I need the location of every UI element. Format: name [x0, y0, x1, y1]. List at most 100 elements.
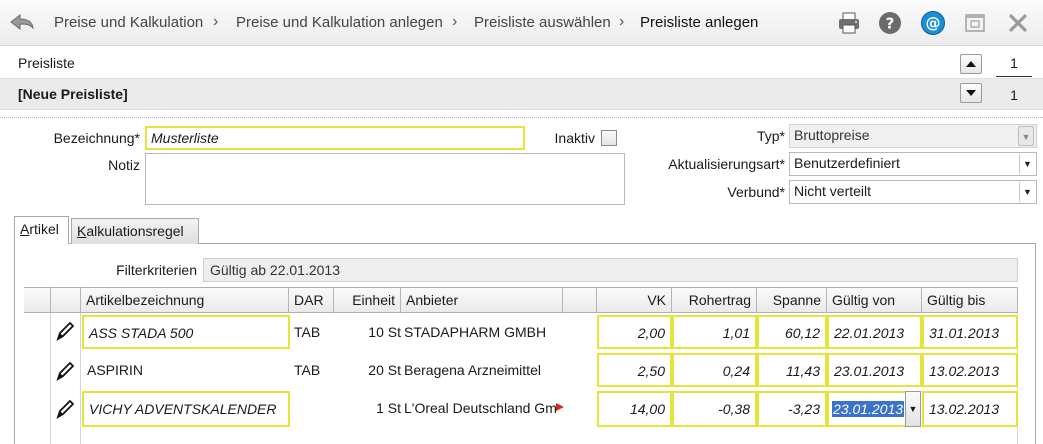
breadcrumb-item-preise-und-kalkulation-anlegen[interactable]: Preise und Kalkulation anlegen — [236, 14, 443, 31]
tab-artikel-mnemonic: A — [20, 221, 30, 237]
close-icon[interactable] — [1005, 10, 1031, 36]
triangle-up-icon — [966, 61, 976, 67]
cell-rohertrag[interactable]: 1,01 — [672, 315, 757, 349]
cell-artikelbezeichnung[interactable]: ASS STADA 500 — [82, 315, 290, 349]
notiz-textarea[interactable] — [145, 153, 625, 205]
cell-dar — [289, 392, 334, 426]
cell-dar: TAB — [294, 362, 321, 378]
column-header-gueltig-von[interactable]: Gültig von — [827, 287, 922, 313]
cell-spanne[interactable]: 11,43 — [757, 353, 827, 387]
cell-spanne[interactable]: 60,12 — [757, 315, 827, 349]
preisliste-title-band — [0, 78, 1043, 110]
cell-vk[interactable]: 14,00 — [597, 391, 672, 427]
breadcrumb-separator: › — [619, 13, 625, 30]
aktualisierungsart-select[interactable]: Benutzerdefiniert — [789, 152, 1037, 176]
help-icon[interactable]: ? — [877, 10, 903, 36]
cell-anbieter: STADAPHARM GMBH — [404, 324, 547, 340]
page-counter-top: 1 — [1010, 55, 1018, 71]
chevron-down-icon[interactable]: ▼ — [1018, 126, 1034, 146]
date-dropdown-button[interactable]: ▼ — [905, 391, 921, 427]
column-header-dar[interactable]: DAR — [289, 287, 334, 313]
chevron-down-icon[interactable]: ▼ — [1019, 154, 1035, 174]
bezeichnung-input[interactable]: Musterliste — [145, 126, 525, 150]
back-arrow-icon[interactable] — [8, 10, 36, 34]
cell-gueltig-von-selection: 23.01.2013 — [832, 401, 905, 417]
triangle-down-icon — [966, 90, 976, 96]
edit-column-header — [51, 287, 81, 313]
cell-gueltig-von[interactable]: 23.01.2013 — [827, 353, 922, 387]
tab-kalkulationsregel-mnemonic: K — [77, 223, 87, 239]
cell-einheit: 1 St — [376, 400, 401, 416]
cell-artikelbezeichnung[interactable]: VICHY ADVENTSKALENDER — [82, 391, 290, 427]
preisliste-title: [Neue Preisliste] — [18, 86, 128, 102]
verbund-select[interactable]: Nicht verteilt — [789, 180, 1037, 204]
column-header-rohertrag[interactable]: Rohertrag — [672, 287, 757, 313]
cell-gueltig-bis[interactable]: 31.01.2013 — [922, 315, 1018, 349]
cell-rohertrag[interactable]: -0,38 — [672, 391, 757, 427]
typ-value: Bruttopreise — [794, 127, 870, 143]
tab-kalkulationsregel-label: alkulationsregel — [86, 223, 184, 239]
row-header-column — [24, 287, 51, 313]
breadcrumb-item-preisliste-anlegen: Preisliste anlegen — [640, 14, 759, 31]
column-header-einheit[interactable]: Einheit — [334, 287, 401, 313]
chevron-down-icon: ▼ — [908, 404, 918, 414]
cell-vk[interactable]: 2,00 — [597, 315, 672, 349]
scroll-down-button[interactable] — [960, 83, 982, 103]
cell-einheit: 20 St — [368, 362, 401, 378]
counter-divider — [996, 76, 1032, 77]
column-header-spanne[interactable]: Spanne — [757, 287, 827, 313]
cell-artikelbezeichnung[interactable]: ASPIRIN — [82, 354, 290, 388]
breadcrumb-separator: › — [213, 13, 219, 30]
verbund-value: Nicht verteilt — [794, 183, 872, 199]
breadcrumb-item-preise-und-kalkulation[interactable]: Preise und Kalkulation — [54, 14, 203, 31]
breadcrumb-separator: › — [452, 13, 458, 30]
filter-field: Gültig ab 22.01.2013 — [203, 258, 1018, 282]
pencil-icon[interactable] — [54, 360, 76, 382]
cell-dar: TAB — [294, 324, 321, 340]
notiz-label: Notiz — [108, 157, 140, 173]
cell-gueltig-bis[interactable]: 13.02.2013 — [922, 391, 1018, 427]
typ-select[interactable]: Bruttopreise — [789, 124, 1037, 148]
chevron-down-icon[interactable]: ▼ — [1019, 182, 1035, 202]
cell-gueltig-von[interactable]: 23.01.2013 — [827, 391, 907, 427]
inaktiv-label: Inaktiv — [554, 130, 595, 146]
tab-artikel[interactable]: Artikel — [14, 216, 69, 244]
column-header-vk[interactable]: VK — [597, 287, 672, 313]
aktualisierungsart-label: Aktualisierungsart* — [668, 156, 785, 172]
column-header-spacer — [563, 287, 597, 313]
error-marker-icon — [556, 403, 564, 411]
filter-label: Filterkriterien — [116, 262, 197, 278]
breadcrumb-item-preisliste-auswaehlen[interactable]: Preisliste auswählen — [474, 14, 611, 31]
typ-label: Typ* — [756, 128, 785, 144]
pencil-icon[interactable] — [54, 320, 76, 342]
cell-spanne[interactable]: -3,23 — [757, 391, 827, 427]
column-header-artikelbezeichnung[interactable]: Artikelbezeichnung — [81, 287, 289, 313]
grid-line — [80, 313, 81, 444]
pencil-icon[interactable] — [54, 398, 76, 420]
cell-einheit: 10 St — [368, 324, 401, 340]
cell-rohertrag[interactable]: 0,24 — [672, 353, 757, 387]
verbund-label: Verbund* — [727, 184, 785, 200]
preisliste-label: Preisliste — [18, 55, 75, 71]
cell-anbieter: L'Oreal Deutschland Gm — [404, 400, 557, 416]
cell-vk[interactable]: 2,50 — [597, 353, 672, 387]
bezeichnung-label: Bezeichnung* — [53, 130, 140, 146]
grid-line — [50, 313, 51, 444]
printer-icon[interactable] — [836, 10, 862, 36]
aktualisierungsart-value: Benutzerdefiniert — [794, 155, 900, 171]
tab-artikel-label: rtikel — [29, 221, 59, 237]
at-sign-icon[interactable]: @ — [920, 10, 946, 36]
page-counter-bottom: 1 — [1010, 87, 1018, 103]
dotted-divider — [0, 117, 1043, 118]
cell-gueltig-von[interactable]: 22.01.2013 — [827, 315, 922, 349]
cell-gueltig-bis[interactable]: 13.02.2013 — [922, 353, 1018, 387]
cell-anbieter: Beragena Arzneimittel — [404, 362, 541, 378]
scroll-up-button[interactable] — [960, 54, 982, 74]
column-header-anbieter[interactable]: Anbieter — [401, 287, 563, 313]
svg-text:?: ? — [886, 15, 895, 33]
tab-kalkulationsregel[interactable]: Kalkulationsregel — [71, 218, 199, 244]
window-icon[interactable] — [962, 10, 988, 36]
column-header-gueltig-bis[interactable]: Gültig bis — [922, 287, 1018, 313]
inaktiv-checkbox[interactable] — [601, 130, 617, 146]
svg-text:@: @ — [926, 14, 941, 32]
